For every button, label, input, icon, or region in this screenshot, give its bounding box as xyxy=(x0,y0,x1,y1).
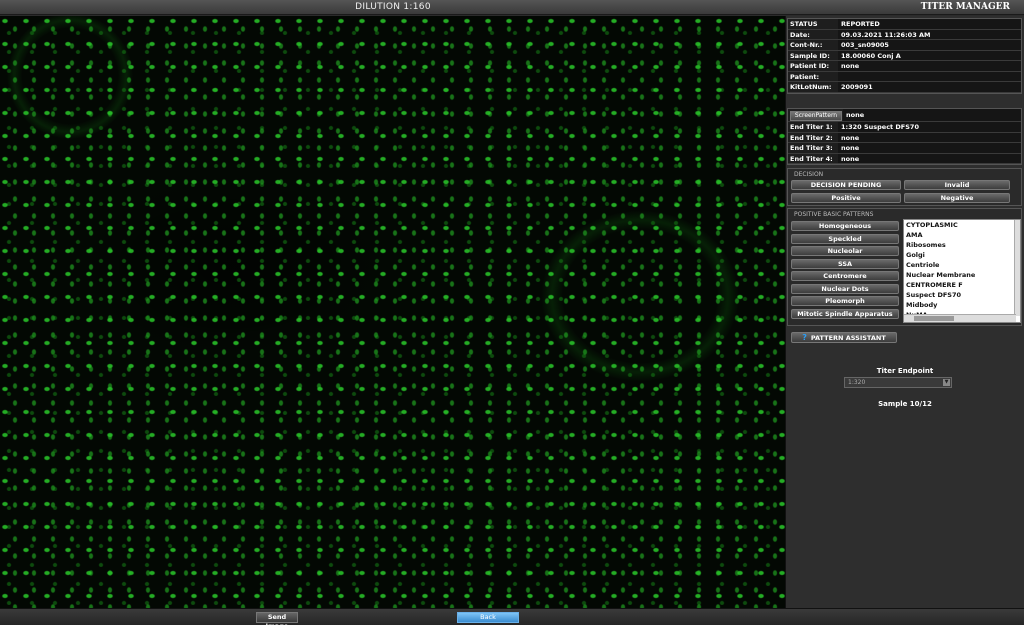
screen-pattern-row: ScreenPattern none xyxy=(788,109,1021,122)
side-panel: STATUS REPORTED Date: 09.03.2021 11:26:0… xyxy=(786,16,1024,608)
chevron-down-icon[interactable]: ▼ xyxy=(943,379,950,386)
end-titer-label: End Titer 4: xyxy=(790,154,833,163)
positive-button[interactable]: Positive xyxy=(791,193,901,203)
info-label: Cont-Nr.: xyxy=(790,41,823,49)
question-icon: ? xyxy=(802,333,807,342)
list-item[interactable]: Ribosomes xyxy=(904,240,1020,250)
positive-patterns-group: POSITIVE BASIC PATTERNS Homogeneous Spec… xyxy=(787,208,1022,326)
screen-pattern-button[interactable]: ScreenPattern xyxy=(790,111,842,121)
info-label: Patient: xyxy=(790,72,820,81)
pattern-speckled-button[interactable]: Speckled xyxy=(791,233,899,244)
info-label: Date: xyxy=(790,30,810,39)
info-row-cont-nr: Cont-Nr.: 003_sn09005 xyxy=(788,40,1021,51)
titer-box: ScreenPattern none End Titer 1: 1:320 Su… xyxy=(787,108,1022,165)
decision-pending-button[interactable]: DECISION PENDING xyxy=(791,180,901,190)
pattern-assistant-button[interactable]: ? PATTERN ASSISTANT xyxy=(791,332,897,343)
end-titer-row: End Titer 4: none xyxy=(788,153,1021,164)
list-horizontal-scrollbar[interactable] xyxy=(904,314,1016,322)
end-titer-value: none xyxy=(838,132,1021,142)
negative-button[interactable]: Negative xyxy=(904,193,1010,203)
pattern-centromere-button[interactable]: Centromere xyxy=(791,271,899,281)
end-titer-row: End Titer 3: none xyxy=(788,143,1021,154)
titer-endpoint-label: Titer Endpoint xyxy=(876,367,934,375)
pattern-ssa-button[interactable]: SSA xyxy=(791,258,899,269)
pattern-assistant-label: PATTERN ASSISTANT xyxy=(810,334,886,342)
patterns-title: POSITIVE BASIC PATTERNS xyxy=(794,211,874,218)
list-item[interactable]: Midbody xyxy=(904,300,1020,310)
end-titer-value: none xyxy=(838,143,1021,153)
fluorescence-image[interactable] xyxy=(0,16,786,608)
info-value: none xyxy=(838,61,1021,71)
end-titer-row: End Titer 2: none xyxy=(788,132,1021,143)
list-item[interactable]: Centriole xyxy=(904,260,1020,270)
info-value: 2009091 xyxy=(838,82,1021,92)
pattern-homogeneous-button[interactable]: Homogeneous xyxy=(791,221,899,231)
decision-group: DECISION DECISION PENDING Invalid Positi… xyxy=(787,168,1022,206)
list-item[interactable]: Golgi xyxy=(904,250,1020,260)
end-titer-row: End Titer 1: 1:320 Suspect DFS70 xyxy=(788,122,1021,133)
end-titer-value: none xyxy=(838,153,1021,163)
list-item[interactable]: Suspect DFS70 xyxy=(904,290,1020,300)
decision-title: DECISION xyxy=(794,171,824,178)
back-button[interactable]: Back xyxy=(457,612,519,623)
list-item[interactable]: Nuclear Membrane xyxy=(904,270,1020,280)
end-titer-label: End Titer 3: xyxy=(790,144,833,152)
list-item[interactable]: CENTROMERE F xyxy=(904,280,1020,290)
scroll-thumb[interactable] xyxy=(914,316,954,321)
info-label: STATUS xyxy=(790,20,818,28)
info-label: Patient ID: xyxy=(790,62,830,70)
titer-endpoint-select[interactable]: 1:320 ▼ xyxy=(844,377,952,388)
info-value: REPORTED xyxy=(838,19,1021,29)
end-titer-value: 1:320 Suspect DFS70 xyxy=(838,122,1021,132)
end-titer-label: End Titer 1: xyxy=(790,123,833,131)
list-vertical-scrollbar[interactable] xyxy=(1014,220,1020,316)
screen-pattern-value: none xyxy=(843,109,1021,121)
sample-info-box: STATUS REPORTED Date: 09.03.2021 11:26:0… xyxy=(787,18,1022,94)
titer-endpoint-value: 1:320 xyxy=(848,379,866,386)
info-value: 003_sn09005 xyxy=(838,40,1021,50)
info-row-status: STATUS REPORTED xyxy=(788,19,1021,30)
end-titer-label: End Titer 2: xyxy=(790,133,833,142)
info-row-patient: Patient: xyxy=(788,71,1021,82)
bottom-bar: Send Image Back xyxy=(0,608,1024,625)
title-bar: DILUTION 1:160 TITER MANAGER xyxy=(0,0,1024,15)
info-row-patient-id: Patient ID: none xyxy=(788,61,1021,72)
dilution-title: DILUTION 1:160 xyxy=(355,2,431,12)
info-row-date: Date: 09.03.2021 11:26:03 AM xyxy=(788,29,1021,40)
list-item[interactable]: CYTOPLASMIC xyxy=(904,220,1020,230)
info-label: KitLotNum: xyxy=(790,83,832,91)
pattern-pleomorph-button[interactable]: Pleomorph xyxy=(791,296,899,306)
list-item[interactable]: AMA xyxy=(904,230,1020,240)
info-value xyxy=(838,71,1021,81)
app-title: TITER MANAGER xyxy=(920,2,1010,12)
info-value: 18.00060 Conj A xyxy=(838,50,1021,60)
sample-counter: Sample 10/12 xyxy=(878,400,932,408)
info-value: 09.03.2021 11:26:03 AM xyxy=(838,29,1021,39)
pattern-nuclear-dots-button[interactable]: Nuclear Dots xyxy=(791,283,899,294)
info-row-kitlotnum: KitLotNum: 2009091 xyxy=(788,82,1021,93)
info-label: Sample ID: xyxy=(790,51,830,60)
info-row-sample-id: Sample ID: 18.00060 Conj A xyxy=(788,50,1021,61)
send-image-button[interactable]: Send Image xyxy=(256,612,298,625)
screen-pattern-cell: ScreenPattern xyxy=(788,109,843,121)
pattern-nucleolar-button[interactable]: Nucleolar xyxy=(791,246,899,256)
pattern-mitotic-spindle-button[interactable]: Mitotic Spindle Apparatus xyxy=(791,308,899,319)
pattern-list[interactable]: CYTOPLASMIC AMA Ribosomes Golgi Centriol… xyxy=(903,219,1021,323)
invalid-button[interactable]: Invalid xyxy=(904,180,1010,190)
